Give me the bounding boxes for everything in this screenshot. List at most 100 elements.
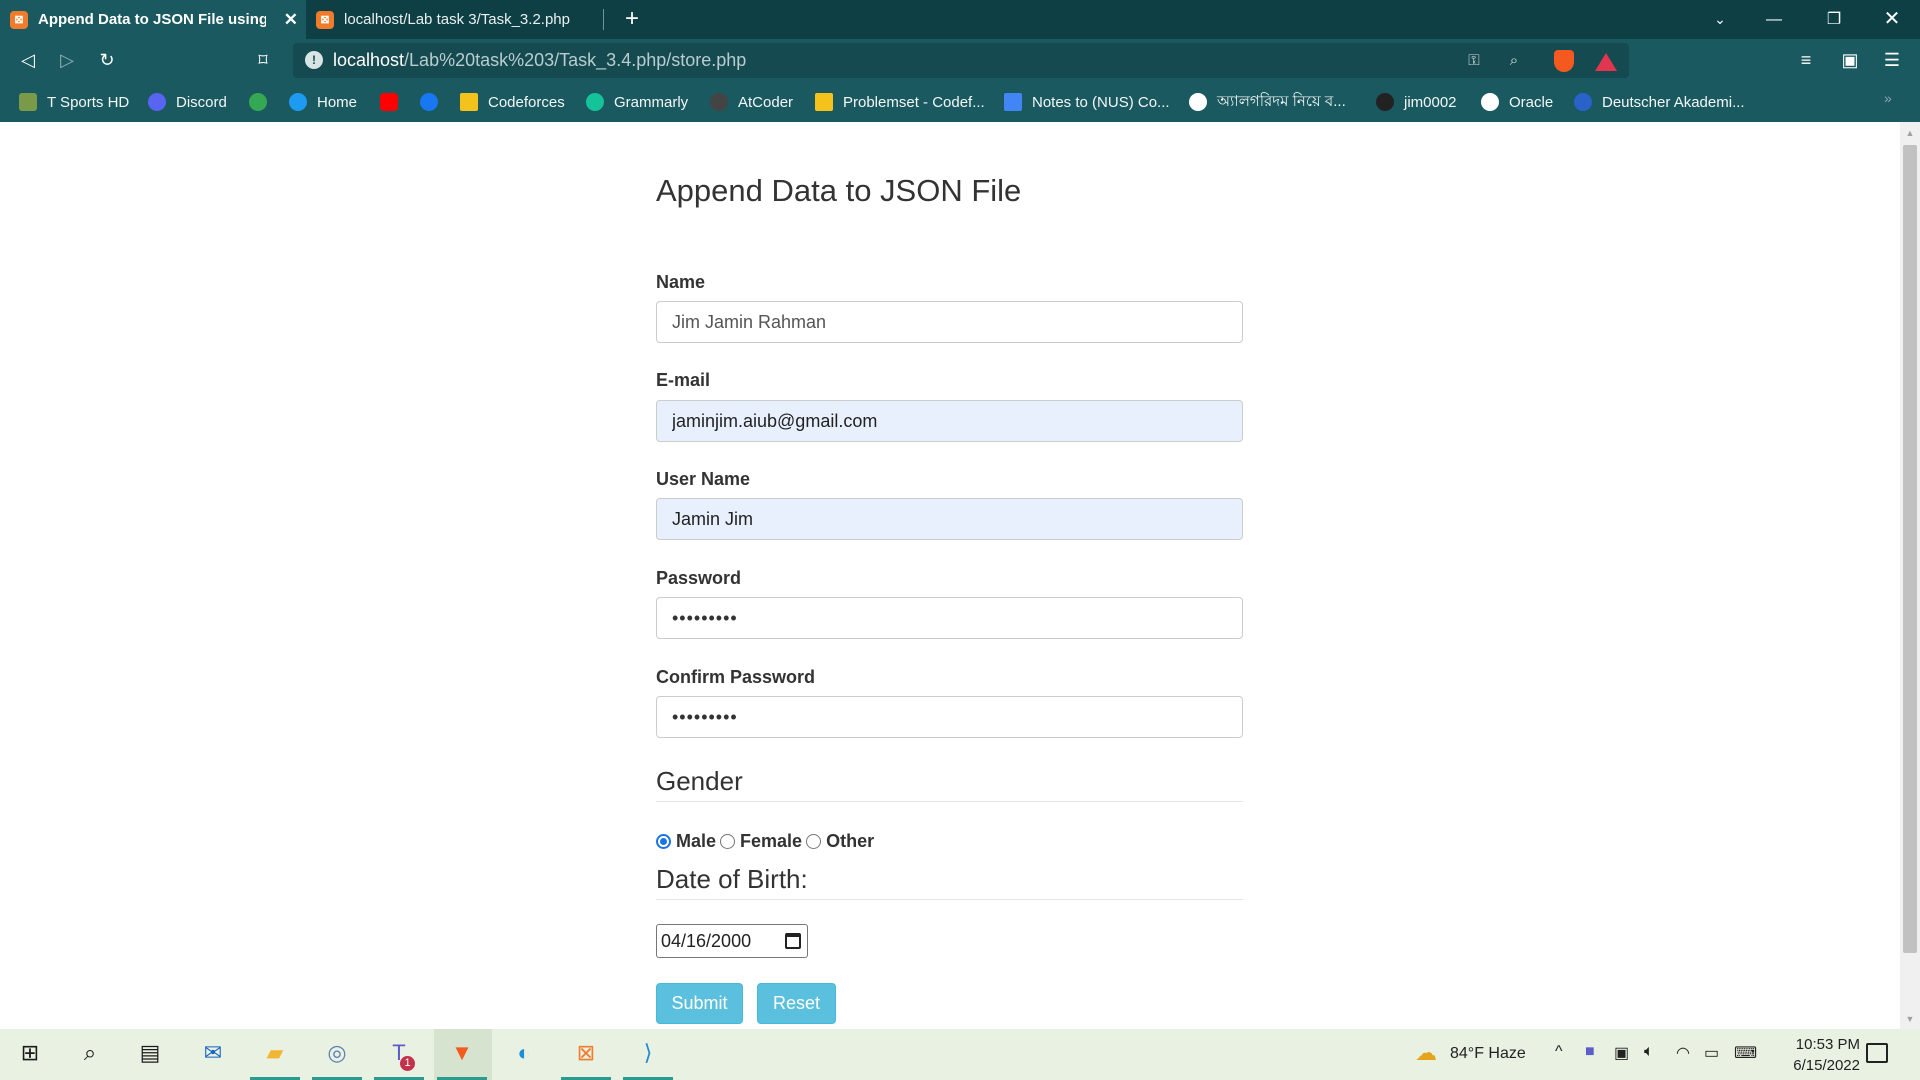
facebook-icon (420, 93, 438, 111)
xampp-taskbar-icon[interactable]: ⊠ (569, 1036, 603, 1070)
search-icon[interactable]: ⌕ (73, 1036, 107, 1070)
url-path: /Lab%20task%203/Task_3.4.php/store.php (404, 50, 747, 70)
tab-task-3-2[interactable]: ⊠ localhost/Lab task 3/Task_3.2.php (306, 0, 603, 39)
teams-tray-icon[interactable]: ■ (1585, 1043, 1595, 1061)
notification-center-icon[interactable] (1866, 1043, 1888, 1063)
teams-badge: 1 (400, 1056, 415, 1071)
tab-title: Append Data to JSON File using P (38, 11, 266, 28)
screen: ⊠ Append Data to JSON File using P ✕ ⊠ l… (0, 0, 1920, 1080)
url-host: localhost (333, 50, 405, 70)
email-label: E-mail (656, 370, 711, 390)
wifi-icon[interactable]: ◠ (1676, 1043, 1690, 1063)
site-info-icon[interactable]: ! (305, 51, 323, 69)
gender-radio-group: Male Female Other (656, 830, 878, 852)
mail-icon[interactable]: ✉ (196, 1036, 230, 1070)
bookmark-label: Notes to (NUS) Co... (1032, 93, 1170, 111)
bookmark-twitter-home[interactable]: Home (289, 90, 357, 114)
password-input[interactable] (656, 597, 1243, 639)
close-window-icon[interactable]: ✕ (1864, 0, 1920, 39)
reset-button[interactable]: Reset (757, 983, 836, 1024)
gender-other-label[interactable]: Other (826, 831, 874, 852)
key-icon[interactable]: ⚿ (1464, 51, 1484, 71)
username-label: User Name (656, 469, 751, 489)
minimize-icon[interactable]: — (1746, 0, 1802, 39)
bookmark-drive[interactable] (249, 90, 277, 114)
dob-date-input[interactable]: 04/16/2000 (656, 924, 808, 958)
username-input[interactable] (656, 498, 1243, 540)
globe-icon (1189, 93, 1207, 111)
file-explorer-icon[interactable]: ▰ (258, 1036, 292, 1070)
name-input[interactable] (656, 301, 1243, 343)
url-text[interactable]: localhost/Lab%20task%203/Task_3.4.php/st… (333, 43, 746, 78)
scroll-down-icon[interactable]: ▼ (1903, 1014, 1917, 1024)
bookmark-label: অ্যালগরিদম নিয়ে ব... (1217, 92, 1346, 110)
reload-icon[interactable]: ↻ (93, 46, 121, 74)
clock-date: 6/15/2022 (1793, 1057, 1860, 1074)
windows-start-icon[interactable]: ⊞ (13, 1036, 47, 1070)
brave-rewards-icon[interactable] (1595, 53, 1617, 71)
tray-chevron-icon[interactable]: ^ (1555, 1043, 1563, 1061)
brave-browser-icon[interactable]: ▼ (445, 1036, 479, 1070)
bookmark-notes-nus[interactable]: Notes to (NUS) Co... (1004, 90, 1170, 114)
new-tab-icon[interactable]: + (617, 4, 647, 34)
bookmark-oracle[interactable]: Oracle (1481, 90, 1553, 114)
address-bar[interactable]: ! localhost/Lab%20task%203/Task_3.4.php/… (293, 43, 1629, 78)
app-circle-icon[interactable]: ◎ (320, 1036, 354, 1070)
gender-female-radio[interactable] (720, 833, 736, 849)
bookmark-tsports[interactable]: T Sports HD (19, 90, 129, 114)
brave-shields-icon[interactable] (1554, 50, 1574, 72)
battery-icon[interactable]: ▭ (1704, 1043, 1719, 1063)
tab-search-chevron-icon[interactable]: ⌄ (1692, 0, 1748, 39)
wallet-icon[interactable]: ▣ (1836, 46, 1864, 74)
weather-text[interactable]: 84°F Haze (1450, 1045, 1526, 1063)
bookmarks-bar: T Sports HD Discord Home Codeforces Gram… (0, 82, 1920, 122)
bookmark-daad[interactable]: Deutscher Akademi... (1574, 90, 1745, 114)
tab-separator (603, 9, 604, 30)
weather-haze-icon[interactable]: ☁ (1409, 1036, 1443, 1070)
close-tab-icon[interactable]: ✕ (284, 10, 298, 30)
password-label: Password (656, 568, 742, 588)
gender-male-label[interactable]: Male (676, 831, 716, 852)
gender-male-radio[interactable] (656, 833, 671, 849)
edge-icon[interactable]: ◐ (507, 1036, 541, 1070)
security-tray-icon[interactable]: ▣ (1614, 1043, 1629, 1063)
bookmark-github-jim0002[interactable]: jim0002 (1376, 90, 1457, 114)
bookmark-discord[interactable]: Discord (148, 90, 227, 114)
forward-icon[interactable]: ▷ (53, 46, 81, 74)
restore-icon[interactable]: ❐ (1806, 0, 1862, 39)
back-icon[interactable]: ◁ (14, 46, 42, 74)
bookmark-grammarly[interactable]: Grammarly (586, 90, 688, 114)
task-view-icon[interactable]: ▤ (133, 1036, 167, 1070)
bookmark-algorithm-bn[interactable]: অ্যালগরিদম নিয়ে ব... (1189, 90, 1346, 114)
confirm-password-label: Confirm Password (656, 667, 816, 687)
bookmark-youtube[interactable] (380, 90, 408, 114)
bookmark-icon[interactable]: ⌑ (249, 46, 277, 74)
bookmarks-overflow-icon[interactable]: » (1884, 90, 1892, 106)
menu-icon[interactable]: ☰ (1878, 46, 1906, 74)
keyboard-icon[interactable]: ⌨ (1734, 1043, 1757, 1063)
zoom-icon[interactable]: ⌕ (1504, 51, 1524, 71)
bookmark-problemset[interactable]: Problemset - Codef... (815, 90, 985, 114)
submit-button[interactable]: Submit (656, 983, 743, 1024)
bookmark-label: jim0002 (1404, 93, 1457, 111)
volume-icon[interactable]: 🔈︎ (1644, 1043, 1654, 1061)
gender-female-label[interactable]: Female (740, 831, 802, 852)
playlist-icon[interactable]: ≡ (1792, 46, 1820, 74)
scrollbar-thumb[interactable] (1903, 145, 1917, 953)
taskbar-clock[interactable]: 10:53 PM 6/15/2022 (1760, 1034, 1860, 1076)
scroll-up-icon[interactable]: ▲ (1903, 128, 1917, 138)
bookmark-label: Home (317, 93, 358, 111)
daad-icon (1574, 93, 1592, 111)
gender-heading: Gender (656, 766, 743, 796)
vscode-icon[interactable]: ⟩ (631, 1036, 665, 1070)
gender-other-radio[interactable] (806, 833, 822, 849)
confirm-password-input[interactable] (656, 696, 1243, 738)
calendar-icon[interactable] (785, 933, 801, 949)
page-content (0, 122, 1900, 1029)
codeforces-icon (460, 93, 478, 111)
bookmark-codeforces[interactable]: Codeforces (460, 90, 565, 114)
email-input[interactable] (656, 400, 1243, 442)
bookmark-atcoder[interactable]: AtCoder (710, 90, 793, 114)
bookmark-facebook[interactable] (420, 90, 448, 114)
tab-append-json[interactable]: ⊠ Append Data to JSON File using P ✕ (0, 0, 306, 39)
